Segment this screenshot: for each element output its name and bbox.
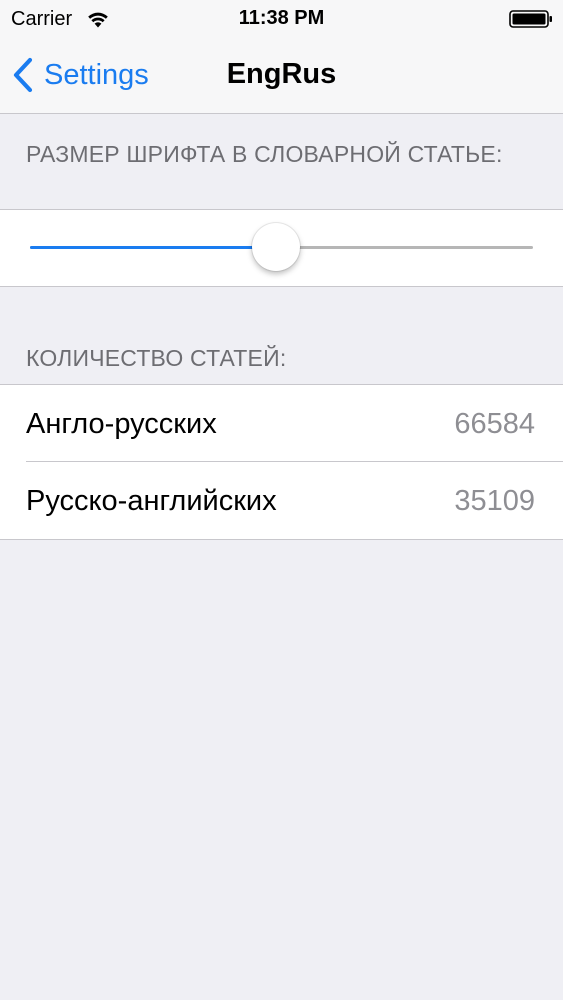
- row-value: 66584: [454, 408, 535, 440]
- battery-full-icon: [509, 10, 552, 28]
- top-bar: Carrier 11:38 PM Settings EngRus: [0, 0, 563, 114]
- row-label: Русско-английских: [26, 485, 277, 517]
- navigation-bar: Settings EngRus: [0, 40, 563, 113]
- font-size-slider-thumb[interactable]: [252, 223, 301, 271]
- row-label: Англо-русских: [26, 408, 217, 440]
- clock-time: 11:38 PM: [238, 7, 325, 29]
- row-value: 35109: [454, 485, 535, 517]
- page-title: EngRus: [226, 58, 337, 90]
- article-count-section-header: КОЛИЧЕСТВО СТАТЕЙ:: [26, 345, 287, 371]
- list-item-rus-eng[interactable]: Русско-английских 35109: [0, 462, 563, 539]
- font-size-section-header: РАЗМЕР ШРИФТА В СЛОВАРНОЙ СТАТЬЕ:: [26, 141, 503, 167]
- article-count-group: Англо-русских 66584 Русско-английских 35…: [0, 384, 563, 540]
- status-bar: Carrier 11:38 PM: [0, 0, 563, 40]
- slider-fill: [30, 246, 277, 249]
- font-size-slider-group: [0, 209, 563, 287]
- settings-screen: Carrier 11:38 PM Settings EngRus РАЗМЕР …: [0, 0, 563, 1000]
- list-item-eng-rus[interactable]: Англо-русских 66584: [0, 385, 563, 462]
